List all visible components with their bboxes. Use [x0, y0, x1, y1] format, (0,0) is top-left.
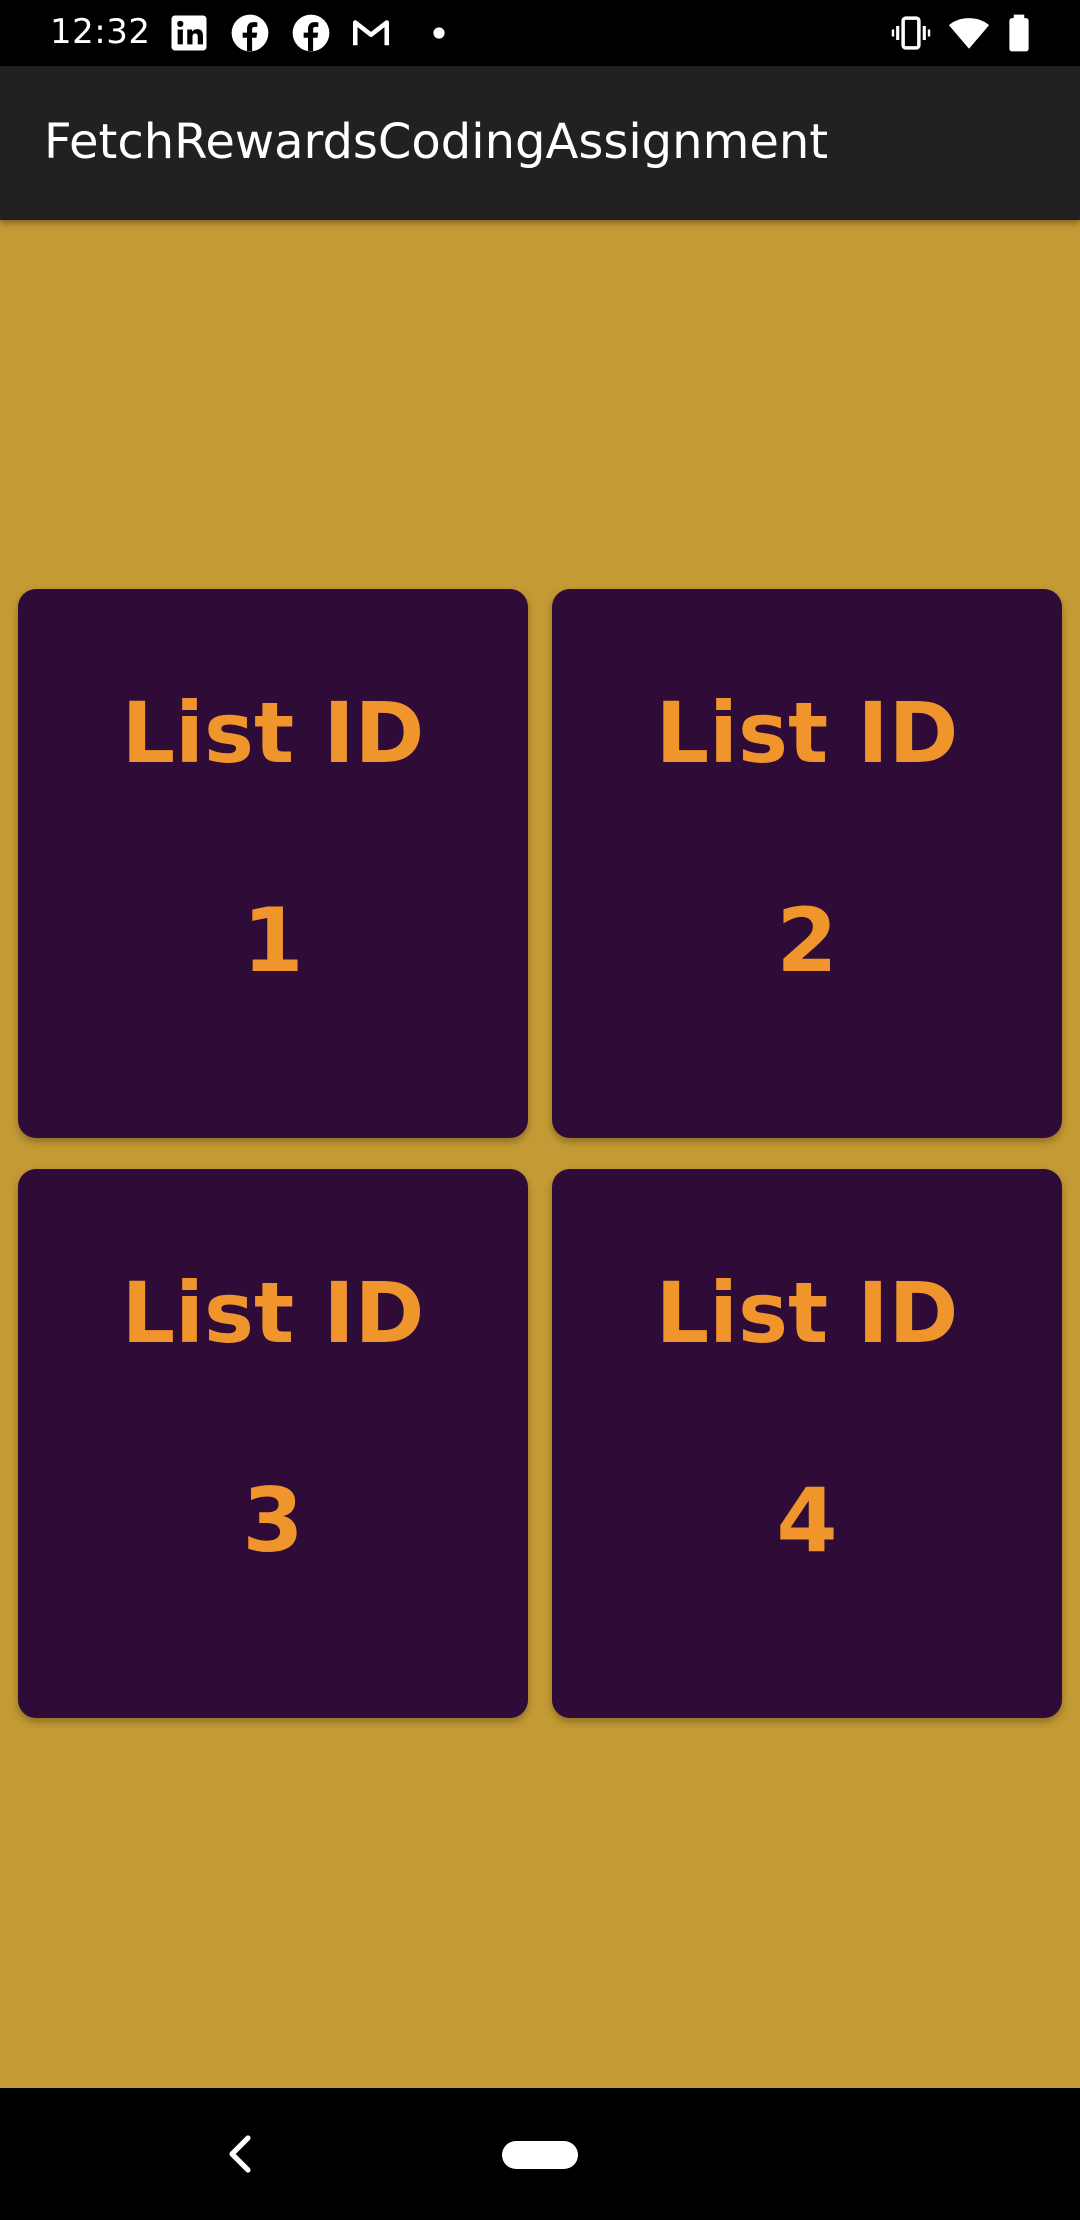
app-title: FetchRewardsCodingAssignment	[44, 114, 829, 170]
card-value: 3	[242, 1469, 304, 1572]
linkedin-icon	[171, 15, 207, 51]
list-id-card-2[interactable]: List ID 2	[552, 589, 1062, 1138]
facebook-icon	[231, 14, 269, 52]
navigation-bar	[0, 2088, 1080, 2220]
status-time: 12:32	[50, 12, 151, 52]
list-id-card-3[interactable]: List ID 3	[18, 1169, 528, 1718]
vibrate-icon	[891, 16, 931, 50]
card-label: List ID	[655, 684, 959, 782]
gmail-icon	[352, 20, 390, 46]
facebook-icon	[292, 14, 330, 52]
notification-dot-icon	[433, 27, 445, 39]
list-id-grid: List ID 1 List ID 2 List ID 3 List ID 4	[18, 589, 1062, 1718]
card-value: 1	[242, 889, 304, 992]
status-bar: 12:32	[0, 0, 1080, 66]
card-label: List ID	[655, 1264, 959, 1362]
app-bar: FetchRewardsCodingAssignment	[0, 66, 1080, 220]
wifi-icon	[948, 18, 990, 49]
home-pill-icon[interactable]	[502, 2141, 578, 2169]
card-value: 2	[776, 889, 838, 992]
list-id-card-1[interactable]: List ID 1	[18, 589, 528, 1138]
card-label: List ID	[121, 684, 425, 782]
card-label: List ID	[121, 1264, 425, 1362]
back-icon[interactable]	[222, 2132, 262, 2176]
card-value: 4	[776, 1469, 838, 1572]
battery-icon	[1009, 14, 1029, 52]
list-id-card-4[interactable]: List ID 4	[552, 1169, 1062, 1718]
